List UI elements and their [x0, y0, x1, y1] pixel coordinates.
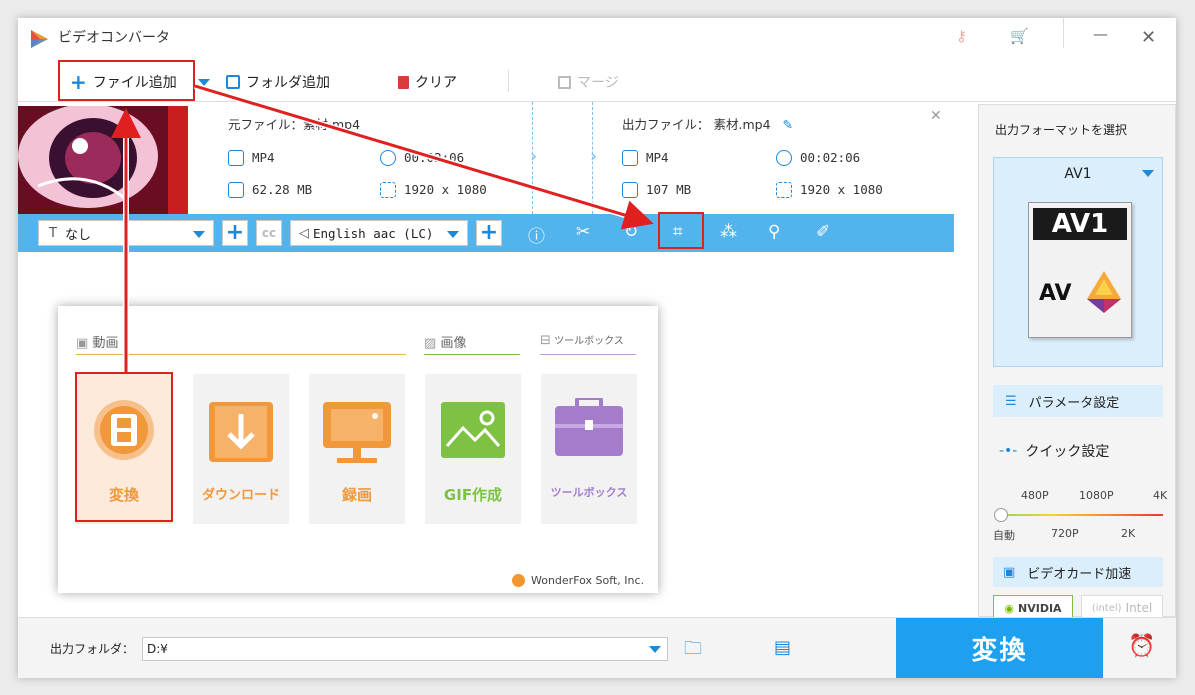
annotation-arrows — [111, 83, 654, 372]
